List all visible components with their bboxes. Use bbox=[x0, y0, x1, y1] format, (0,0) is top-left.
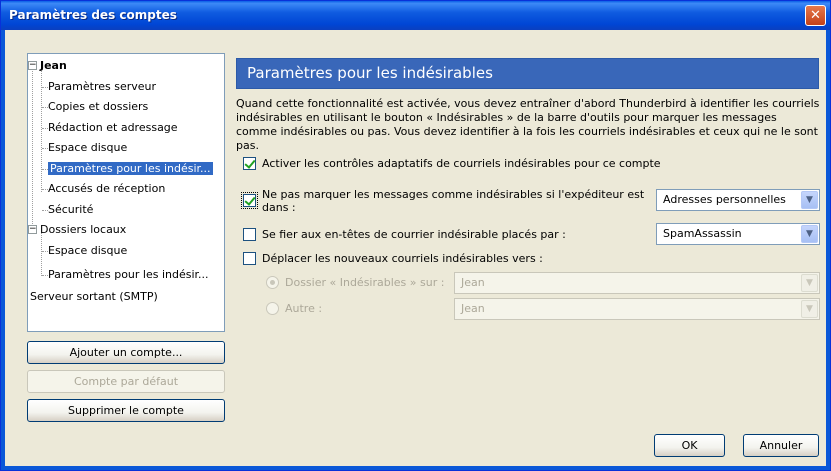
delete-account-button[interactable]: Supprimer le compte bbox=[27, 399, 225, 422]
whitelist-label-line1: Ne pas marquer les messages comme indési… bbox=[262, 188, 645, 201]
title-bar[interactable]: Paramètres des comptes ✕ bbox=[1, 1, 830, 30]
whitelist-checkbox[interactable] bbox=[241, 192, 258, 209]
chevron-down-icon[interactable]: ▼ bbox=[801, 225, 818, 243]
set-default-account-button[interactable]: Compte par défaut bbox=[27, 370, 225, 393]
move-junk-checkbox[interactable] bbox=[243, 252, 256, 265]
panel-title: Paramètres pour les indésirables bbox=[247, 64, 493, 82]
tree-guide-line bbox=[41, 233, 42, 276]
window-border-right bbox=[826, 30, 830, 470]
chevron-down-icon[interactable]: ▼ bbox=[801, 300, 818, 318]
junk-folder-radio[interactable] bbox=[266, 276, 279, 289]
trust-headers-checkbox[interactable] bbox=[243, 228, 256, 241]
other-folder-radio-label: Autre : bbox=[285, 302, 323, 315]
trust-headers-select[interactable]: SpamAssassin ▼ bbox=[656, 223, 820, 245]
window-title: Paramètres des comptes bbox=[9, 8, 177, 22]
ok-button[interactable]: OK bbox=[654, 434, 725, 457]
move-junk-label: Déplacer les nouveaux courriels indésira… bbox=[262, 252, 543, 265]
cancel-button[interactable]: Annuler bbox=[743, 434, 819, 457]
window-border-left bbox=[1, 30, 5, 470]
chevron-down-icon[interactable]: ▼ bbox=[801, 191, 818, 209]
tree-item-server-settings[interactable]: Paramètres serveur bbox=[48, 77, 156, 96]
tree-item-composition[interactable]: Rédaction et adressage bbox=[48, 118, 178, 137]
tree-item-disk-space[interactable]: Espace disque bbox=[48, 138, 127, 157]
tree-item-local-junk-settings[interactable]: Paramètres pour les indésir... bbox=[48, 265, 209, 284]
collapse-icon[interactable]: − bbox=[28, 61, 37, 70]
junk-folder-select[interactable]: Jean ▼ bbox=[454, 272, 820, 294]
adaptive-junk-label: Activer les contrôles adaptatifs de cour… bbox=[262, 157, 661, 170]
junk-folder-radio-label: Dossier « Indésirables » sur : bbox=[285, 276, 445, 289]
whitelist-label-line2: dans : bbox=[262, 201, 296, 214]
panel-description: Quand cette fonctionnalité est activée, … bbox=[236, 97, 820, 152]
whitelist-select[interactable]: Adresses personnelles ▼ bbox=[656, 189, 820, 211]
collapse-icon[interactable]: − bbox=[28, 225, 37, 234]
close-button[interactable]: ✕ bbox=[805, 5, 826, 26]
panel-header: Paramètres pour les indésirables bbox=[236, 58, 819, 89]
trust-headers-label: Se fier aux en-têtes de courrier indésir… bbox=[262, 228, 566, 241]
tree-item-junk-settings[interactable]: Paramètres pour les indésir... bbox=[48, 159, 213, 178]
window-border-bottom bbox=[1, 466, 830, 470]
tree-guide-line bbox=[32, 68, 33, 232]
add-account-button[interactable]: Ajouter un compte... bbox=[27, 341, 225, 364]
tree-item-return-receipts[interactable]: Accusés de réception bbox=[48, 179, 165, 198]
close-icon: ✕ bbox=[810, 8, 821, 23]
chevron-down-icon[interactable]: ▼ bbox=[801, 274, 818, 292]
adaptive-junk-checkbox[interactable] bbox=[243, 157, 256, 170]
other-folder-radio[interactable] bbox=[266, 302, 279, 315]
tree-item-security[interactable]: Sécurité bbox=[48, 200, 93, 219]
tree-item-smtp[interactable]: Serveur sortant (SMTP) bbox=[30, 287, 158, 306]
tree-item-local-disk-space[interactable]: Espace disque bbox=[48, 241, 127, 260]
account-tree[interactable]: − Jean Paramètres serveur Copies et doss… bbox=[27, 53, 225, 332]
other-folder-select[interactable]: Jean ▼ bbox=[454, 298, 820, 320]
account-settings-window: Paramètres des comptes ✕ − Jean Paramètr… bbox=[0, 0, 831, 471]
tree-item-copies-folders[interactable]: Copies et dossiers bbox=[48, 97, 148, 116]
